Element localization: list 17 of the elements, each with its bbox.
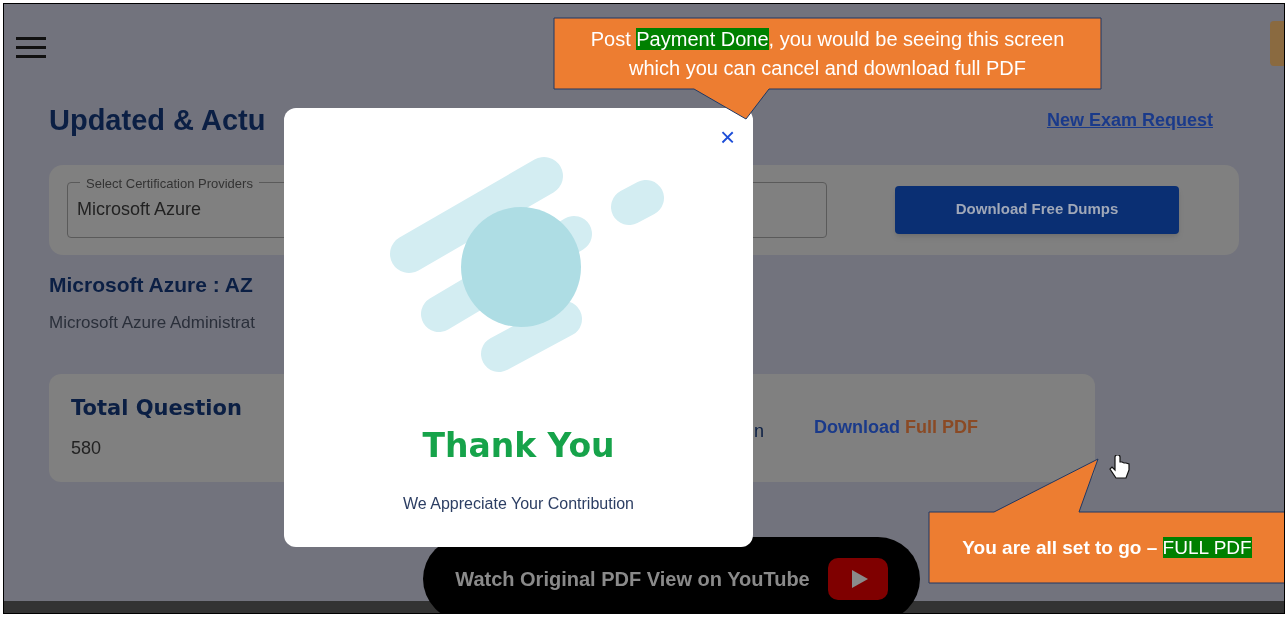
exam-heading: Microsoft Azure : AZ: [49, 271, 254, 298]
stat-value: 580: [71, 436, 102, 460]
stat-label: n: [754, 420, 764, 443]
callout-text: You are all set to go – FULL PDF: [961, 536, 1253, 560]
page-title: Updated & Actu: [49, 103, 266, 138]
stat-label: Total Question: [71, 395, 242, 423]
download-free-dumps-button[interactable]: Download Free Dumps: [895, 185, 1179, 234]
callout-text: Post Payment Done, you would be seeing this screen which you can cancel and download full PDF: [589, 27, 1066, 81]
thank-you-message: We Appreciate Your Contribution: [402, 494, 635, 514]
download-full-pdf-link[interactable]: Download Full PDF: [814, 414, 978, 441]
youtube-icon: [827, 558, 888, 600]
close-button[interactable]: ×: [720, 124, 736, 150]
thank-you-heading: Thank You: [421, 425, 616, 467]
exam-subheading: Microsoft Azure Administrat: [49, 312, 256, 334]
field-value: Microsoft Azure: [77, 198, 202, 221]
menu-icon[interactable]: [16, 37, 46, 59]
youtube-button[interactable]: Watch Original PDF View on YouTube: [423, 537, 920, 613]
